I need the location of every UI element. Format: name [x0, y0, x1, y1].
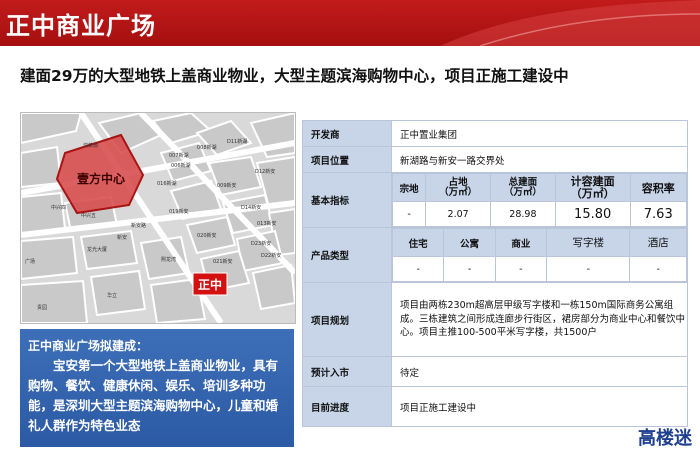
- row-value-developer: 正中置业集团: [391, 120, 688, 147]
- map-street-label: 中兴四: [51, 204, 66, 211]
- map-street-label: 贵园: [37, 304, 47, 311]
- header-cell: 商业: [494, 228, 548, 257]
- map-street-label: 007新湖: [169, 152, 189, 159]
- table-row: 基本指标 宗地 占地 （万㎡） 总建面 （万㎡） 计容建面 （万㎡） 容积率 -…: [302, 172, 688, 228]
- map-street-label: 新安路: [131, 222, 146, 229]
- row-key-basic: 基本指标: [302, 172, 392, 228]
- header-cell: 酒店: [629, 228, 687, 257]
- map-street-label: 广场: [25, 258, 35, 265]
- value-cell: -: [494, 256, 548, 282]
- value-cell: 15.80: [554, 201, 631, 227]
- table-row: 产品类型 住宅 公寓 商业 写字楼 酒店 - - - - -: [302, 227, 688, 283]
- row-value-location: 新湖路与新安一路交界处: [391, 146, 688, 173]
- description-body: 宝安第一个大型地铁上盖商业物业，具有购物、餐饮、健康休闲、娱乐、培训多种功能，是…: [28, 358, 279, 433]
- value-cell: -: [443, 256, 496, 282]
- map-street-label: 008新湖: [197, 144, 217, 151]
- value-cell: -: [629, 256, 687, 282]
- map-street-label: 中兴五: [81, 212, 96, 219]
- page-title: 正中商业广场: [6, 12, 156, 40]
- map-street-label: 熙龙湾: [161, 256, 176, 263]
- table-row: 预计入市 待定: [302, 356, 688, 387]
- value-cell: 7.63: [629, 201, 688, 227]
- map-street-label: D12新安: [255, 168, 275, 175]
- location-map: 壹方中心 正中 鸿荣源 006新湖 007新湖 008新湖 D11新湖 009新…: [20, 112, 296, 324]
- map-street-label: 016新湖: [157, 180, 177, 187]
- map-street-label: 华立: [107, 292, 117, 299]
- table-row: 开发商 正中置业集团: [302, 120, 688, 147]
- map-street-label: D11新湖: [227, 138, 247, 145]
- description-title: 正中商业广场拟建成：: [28, 339, 149, 353]
- header-cell: 容积率: [629, 173, 688, 202]
- map-street-label: 009新安: [217, 182, 237, 189]
- map-street-label: 鸿荣源: [83, 142, 98, 149]
- header-swoosh: [440, 0, 700, 46]
- map-street-label: D14新安: [241, 204, 261, 211]
- table-row: 项目规划 项目由两栋230m超高层甲级写字楼和一栋150m国际商务公寓组成。三栋…: [302, 282, 688, 357]
- header-cell: 写字楼: [546, 228, 631, 257]
- row-key-product: 产品类型: [302, 227, 392, 283]
- map-street-label: 龙光大厦: [87, 246, 107, 253]
- map-street-label: D22新安: [261, 252, 281, 259]
- map-street-label: 020新安: [197, 232, 217, 239]
- value-cell: -: [546, 256, 631, 282]
- header-cell: 计容建面 （万㎡）: [554, 173, 631, 202]
- subtitle: 建面29万的大型地铁上盖商业物业，大型主题滨海购物中心，项目正施工建设中: [20, 67, 569, 85]
- description-box: 正中商业广场拟建成： 宝安第一个大型地铁上盖商业物业，具有购物、餐饮、健康休闲、…: [20, 329, 294, 447]
- product-type-table: 住宅 公寓 商业 写字楼 酒店 - - - - -: [391, 228, 687, 282]
- basic-metrics-table: 宗地 占地 （万㎡） 总建面 （万㎡） 计容建面 （万㎡） 容积率 - 2.07…: [391, 173, 688, 227]
- map-street-label: 新安: [117, 234, 127, 241]
- map-street-label: 021新安: [213, 258, 233, 265]
- map-street-label: 006新湖: [171, 162, 191, 169]
- header-cell: 住宅: [391, 228, 445, 257]
- row-value-entry: 待定: [391, 356, 688, 387]
- row-key-developer: 开发商: [302, 120, 392, 147]
- map-street-label: 013新安: [257, 220, 277, 227]
- header-cell: 公寓: [443, 228, 496, 257]
- value-cell: 28.98: [490, 201, 556, 227]
- watermark-logo: 高楼迷: [638, 428, 692, 449]
- value-cell: 2.07: [425, 201, 492, 227]
- row-value-plan: 项目由两栋230m超高层甲级写字楼和一栋150m国际商务公寓组成。三栋建筑之间形…: [391, 282, 688, 357]
- row-key-plan: 项目规划: [302, 282, 392, 357]
- header-cell: 宗地: [391, 173, 427, 202]
- map-block-label: 壹方中心: [77, 171, 125, 186]
- project-info-table: 开发商 正中置业集团 项目位置 新湖路与新安一路交界处 基本指标 宗地 占地 （…: [302, 120, 688, 427]
- header-cell: 总建面 （万㎡）: [490, 173, 556, 202]
- value-cell: -: [391, 256, 445, 282]
- row-key-entry: 预计入市: [302, 356, 392, 387]
- map-street-label: 019新安: [169, 208, 189, 215]
- map-street-label: D23新安: [251, 240, 271, 247]
- row-key-location: 项目位置: [302, 146, 392, 173]
- row-value-progress: 项目正施工建设中: [391, 386, 688, 427]
- header-cell: 占地 （万㎡）: [425, 173, 492, 202]
- map-marker-label: 正中: [198, 277, 222, 292]
- value-cell: -: [391, 201, 427, 227]
- table-row: 项目位置 新湖路与新安一路交界处: [302, 146, 688, 173]
- row-key-progress: 目前进度: [302, 386, 392, 427]
- table-row: 目前进度 项目正施工建设中: [302, 386, 688, 427]
- slide-header: 正中商业广场: [0, 0, 700, 46]
